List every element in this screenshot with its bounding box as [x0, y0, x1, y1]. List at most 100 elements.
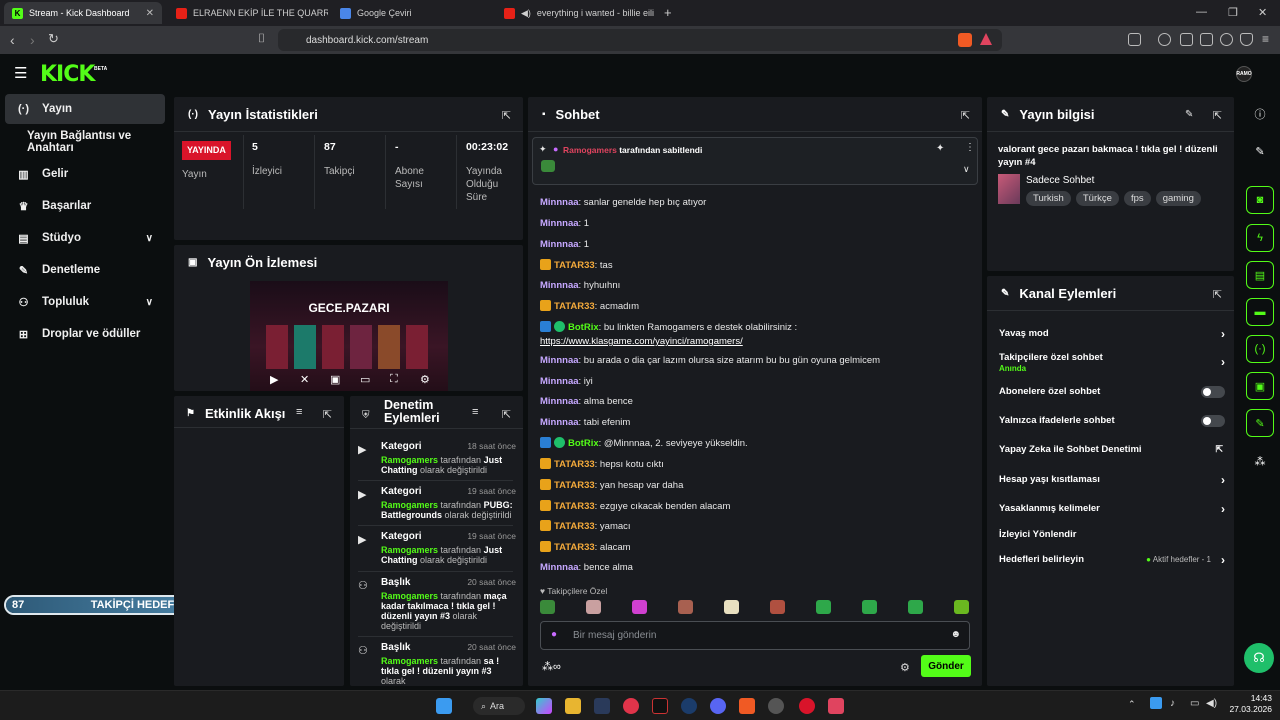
brave-icon[interactable]: [739, 698, 755, 714]
discord-icon[interactable]: [710, 698, 726, 714]
emote-icon[interactable]: [816, 600, 831, 614]
sidebar-item-gelir[interactable]: ▥ Gelir: [5, 159, 165, 189]
emote-icon[interactable]: [770, 600, 785, 614]
chat-tools-icon[interactable]: ⁂∞: [542, 660, 561, 673]
camera-icon[interactable]: ◙: [1246, 186, 1274, 214]
lightning-icon[interactable]: ϟ: [1246, 224, 1274, 252]
obs-icon[interactable]: [768, 698, 784, 714]
microphone-icon[interactable]: ♪: [1170, 698, 1175, 709]
popout-icon[interactable]: ⇱: [502, 109, 511, 122]
tab-google-translate[interactable]: Google Çeviri: [332, 2, 492, 24]
chat-username[interactable]: Minnnaa: [540, 562, 579, 573]
channel-action-item[interactable]: Yavaş mod ›: [999, 327, 1225, 341]
chat-username[interactable]: TATAR33: [554, 521, 595, 532]
taskbar-search[interactable]: ⌕ Ara: [473, 697, 525, 715]
game-icon[interactable]: [652, 698, 668, 714]
notes-icon[interactable]: ▤: [1246, 261, 1274, 289]
new-tab-icon[interactable]: +: [664, 5, 672, 20]
restore-icon[interactable]: ❐: [1228, 6, 1238, 19]
sidebar-item-topluluk[interactable]: ⚇ Topluluk ∨: [5, 287, 165, 317]
tag[interactable]: Turkish: [1026, 191, 1071, 206]
emote-icon[interactable]: [540, 600, 555, 614]
support-chat-icon[interactable]: ☊: [1244, 643, 1274, 673]
sidebar-toggle-icon[interactable]: [1180, 33, 1193, 46]
pip-icon[interactable]: ▣: [330, 373, 340, 386]
chat-username[interactable]: Minnnaa: [540, 239, 579, 250]
channel-action-item[interactable]: Abonelere özel sohbet: [999, 386, 1225, 398]
edit-icon[interactable]: ✎: [1185, 109, 1193, 120]
bookmark-icon[interactable]: ⌷: [258, 31, 265, 46]
music-icon[interactable]: [1158, 33, 1171, 46]
chat-username[interactable]: Minnnaa: [540, 376, 579, 387]
chat-username[interactable]: Minnnaa: [540, 197, 579, 208]
back-icon[interactable]: ‹: [10, 32, 15, 48]
filter-icon[interactable]: ≡: [472, 406, 478, 418]
channel-action-item[interactable]: Hesap yaşı kısıtlaması ›: [999, 473, 1225, 487]
popout-icon[interactable]: ⇱: [961, 109, 970, 122]
layout-icon[interactable]: ▣: [1246, 372, 1274, 400]
chat-username[interactable]: BotRix: [568, 438, 599, 449]
fullscreen-icon[interactable]: ⛶: [390, 373, 398, 386]
store-icon[interactable]: [594, 698, 610, 714]
channel-action-item[interactable]: Yasaklanmış kelimeler ›: [999, 502, 1225, 516]
chevron-up-icon[interactable]: ⌃: [1128, 699, 1136, 710]
address-bar[interactable]: dashboard.kick.com/stream: [278, 29, 1002, 51]
file-explorer-icon[interactable]: [565, 698, 581, 714]
emote-icon[interactable]: [632, 600, 647, 614]
taskbar-clock[interactable]: 14:43 27.03.2026: [1226, 693, 1272, 715]
info-icon[interactable]: ⓘ: [1246, 100, 1274, 128]
chat-username[interactable]: Minnnaa: [540, 396, 579, 407]
wallet-icon[interactable]: [1200, 33, 1213, 46]
chat-username[interactable]: TATAR33: [554, 260, 595, 271]
close-window-icon[interactable]: ✕: [1258, 6, 1267, 19]
more-options-icon[interactable]: ⋮: [965, 142, 975, 153]
send-button[interactable]: Gönder: [921, 655, 971, 677]
chat-username[interactable]: TATAR33: [554, 542, 595, 553]
settings-icon[interactable]: ⚙: [900, 661, 910, 674]
channel-action-item[interactable]: Hedefleri belirleyin ● Aktif hedefler - 1…: [999, 553, 1225, 567]
sidebar-item-droplar[interactable]: ⊞ Droplar ve ödüller: [5, 319, 165, 349]
tag[interactable]: fps: [1123, 191, 1151, 206]
close-tab-icon[interactable]: ✕: [146, 8, 154, 19]
emote-icon[interactable]: [586, 600, 601, 614]
tab-kick-dashboard[interactable]: K Stream - Kick Dashboard ✕: [4, 2, 162, 24]
emote-icon[interactable]: [862, 600, 877, 614]
tray-app-icon[interactable]: [1150, 697, 1162, 709]
steam-icon[interactable]: [681, 698, 697, 714]
tab-youtube-billie[interactable]: ◀) everything i wanted - billie eilish: [496, 2, 654, 24]
wrench-icon[interactable]: ✎: [1246, 409, 1274, 437]
channel-action-item[interactable]: Yapay Zeka ile Sohbet Denetimi ⇱: [999, 444, 1225, 455]
sidebar-item-yayin[interactable]: (·) Yayın: [5, 94, 165, 124]
chevron-down-icon[interactable]: ∨: [963, 164, 970, 175]
broadcast-icon[interactable]: (·): [1246, 335, 1274, 363]
theater-icon[interactable]: ▭: [360, 373, 370, 386]
sidebar-item-stream-key[interactable]: Yayın Bağlantısı ve Anahtarı: [5, 127, 165, 157]
toggle-switch[interactable]: [1201, 415, 1225, 427]
sidebar-item-basarilar[interactable]: ♛ Başarılar: [5, 191, 165, 221]
app-pink-icon[interactable]: [828, 698, 844, 714]
settings-icon[interactable]: ⚙: [420, 373, 430, 386]
chat-username[interactable]: Minnnaa: [540, 280, 579, 291]
network-icon[interactable]: ▭: [1190, 698, 1199, 709]
chat-username[interactable]: TATAR33: [554, 301, 595, 312]
chat-username[interactable]: TATAR33: [554, 480, 595, 491]
chat-input[interactable]: ● Bir mesaj gönderin ☻: [540, 621, 970, 650]
chat-username[interactable]: TATAR33: [554, 501, 595, 512]
emote-icon[interactable]: [678, 600, 693, 614]
menu-icon[interactable]: ≡: [1262, 32, 1269, 46]
app-red-icon[interactable]: [799, 698, 815, 714]
forward-icon[interactable]: ›: [30, 32, 35, 48]
popout-icon[interactable]: ⇱: [1213, 288, 1222, 301]
vpn-icon[interactable]: [1240, 33, 1253, 46]
app-icon[interactable]: [623, 698, 639, 714]
edit-icon[interactable]: ✎: [1246, 137, 1274, 165]
chat-username[interactable]: BotRix: [568, 322, 599, 333]
chat-username[interactable]: Minnnaa: [540, 355, 579, 366]
tag[interactable]: gaming: [1155, 191, 1201, 206]
chat-bubble-icon[interactable]: ▬: [1246, 298, 1274, 326]
avatar[interactable]: RAMO: [1236, 66, 1252, 82]
play-icon[interactable]: ▶: [270, 373, 278, 386]
tab-youtube-elraenn[interactable]: ELRAENN EKİP İLE THE QUARRY OYN: [168, 2, 328, 24]
chat-link[interactable]: https://www.klasgame.com/yayinci/ramogam…: [540, 336, 743, 347]
unpin-icon[interactable]: ✦: [936, 143, 944, 154]
